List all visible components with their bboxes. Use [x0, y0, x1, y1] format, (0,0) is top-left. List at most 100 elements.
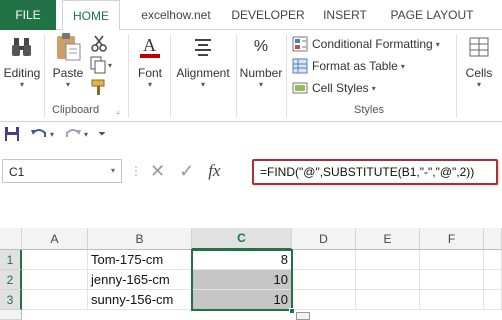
row-header-2[interactable]: 2 — [0, 270, 22, 290]
cell-a2[interactable] — [22, 270, 88, 290]
chevron-down-icon: ▾ — [476, 80, 481, 89]
tab-file[interactable]: FILE — [0, 0, 56, 30]
ribbon-tab-bar: FILE HOME excelhow.net DEVELOPER INSERT … — [0, 0, 502, 31]
cell-styles-icon — [292, 82, 308, 94]
chevron-down-icon[interactable]: ▾ — [111, 166, 115, 175]
formula-bar-buttons: ⋮ ✕ ✓ fx — [130, 159, 248, 183]
cell-d3[interactable] — [292, 290, 356, 310]
cell-f3[interactable] — [420, 290, 484, 310]
column-header-b[interactable]: B — [88, 228, 192, 250]
cell-styles-label: Cell Styles — [312, 81, 369, 95]
column-header-e[interactable]: E — [356, 228, 420, 250]
cell-c1[interactable]: 8 — [192, 250, 292, 270]
copy-icon[interactable]: ▾ — [90, 56, 114, 74]
cells-label: Cells — [465, 66, 493, 80]
undo-icon[interactable]: ▾ — [30, 126, 54, 142]
cell-d2[interactable] — [292, 270, 356, 290]
cells-button[interactable]: Cells ▾ — [460, 32, 498, 89]
select-all-corner[interactable] — [0, 228, 22, 250]
font-color-icon: A — [135, 32, 165, 62]
formula-input[interactable]: =FIND("@",SUBSTITUTE(B1,"-","@",2)) — [252, 159, 498, 185]
binoculars-icon — [7, 32, 37, 62]
cancel-icon[interactable]: ✕ — [150, 161, 165, 182]
chevron-down-icon: ▾ — [400, 61, 405, 71]
cell-c3[interactable]: 10 — [192, 290, 292, 310]
ribbon: Editing ▾ Paste ▾ ▾ Clipboard ⌟ A Font ▾… — [0, 30, 502, 122]
insert-function-icon[interactable]: fx — [208, 161, 220, 181]
cell-a3[interactable] — [22, 290, 88, 310]
enter-check-icon[interactable]: ✓ — [179, 161, 194, 182]
column-header-d[interactable]: D — [292, 228, 356, 250]
dialog-launcher-icon[interactable]: ⌟ — [116, 106, 120, 115]
alignment-label: Alignment — [176, 66, 230, 80]
cell-d1[interactable] — [292, 250, 356, 270]
clipboard-paste-icon — [53, 32, 83, 62]
percent-symbol: % — [253, 38, 269, 55]
group-divider — [170, 34, 171, 118]
tab-home[interactable]: HOME — [62, 0, 120, 31]
group-divider — [236, 34, 237, 118]
cell-g2[interactable] — [484, 270, 502, 290]
conditional-formatting-label: Conditional Formatting — [312, 37, 433, 51]
conditional-formatting-icon — [292, 36, 308, 52]
name-box-value: C1 — [9, 165, 25, 179]
cell-b3[interactable]: sunny-156-cm — [88, 290, 192, 310]
row-header-3[interactable]: 3 — [0, 290, 22, 310]
cell-c2[interactable]: 10 — [192, 270, 292, 290]
group-divider — [456, 34, 457, 118]
row-header-1[interactable]: 1 — [0, 250, 22, 270]
paste-label: Paste — [52, 66, 84, 80]
more-dots-icon: ⋮ — [130, 164, 142, 178]
editing-button[interactable]: Editing ▾ — [2, 32, 42, 89]
column-header-c[interactable]: C — [192, 228, 292, 250]
editing-label: Editing — [3, 66, 41, 80]
column-header-f[interactable]: F — [420, 228, 484, 250]
paste-button[interactable]: Paste ▾ — [50, 32, 86, 89]
styles-group-label: Styles — [354, 104, 384, 116]
number-button[interactable]: % Number ▾ — [238, 32, 284, 89]
tab-insert[interactable]: INSERT — [316, 0, 374, 30]
cells-grid-icon — [464, 32, 494, 62]
chevron-down-icon: ▾ — [371, 83, 376, 93]
row-header-4[interactable] — [0, 310, 22, 320]
cell-e2[interactable] — [356, 270, 420, 290]
font-button[interactable]: A Font ▾ — [134, 32, 166, 89]
save-icon[interactable] — [4, 126, 20, 142]
name-box[interactable]: C1 ▾ — [2, 159, 122, 183]
group-divider — [44, 34, 45, 118]
conditional-formatting-button[interactable]: Conditional Formatting ▾ — [292, 36, 440, 52]
cell-f1[interactable] — [420, 250, 484, 270]
cell-b1[interactable]: Tom-175-cm — [88, 250, 192, 270]
alignment-button[interactable]: Alignment ▾ — [172, 32, 234, 89]
format-as-table-button[interactable]: Format as Table ▾ — [292, 58, 405, 74]
cell-b2[interactable]: jenny-165-cm — [88, 270, 192, 290]
group-divider — [128, 34, 129, 118]
column-header-a[interactable]: A — [22, 228, 88, 250]
cell-g1[interactable] — [484, 250, 502, 270]
format-painter-icon[interactable] — [90, 78, 108, 96]
redo-icon[interactable]: ▾ — [64, 126, 88, 142]
worksheet-grid: A B C D E F 1 Tom-175-cm 8 2 jenny-165-c… — [0, 228, 502, 320]
tab-excelhow[interactable]: excelhow.net — [128, 0, 224, 30]
cell-styles-button[interactable]: Cell Styles ▾ — [292, 80, 376, 96]
table-icon — [292, 58, 308, 74]
chevron-down-icon: ▾ — [65, 80, 70, 89]
cell-f2[interactable] — [420, 270, 484, 290]
clipboard-group-label: Clipboard — [52, 104, 100, 116]
tab-page-layout[interactable]: PAGE LAYOUT — [382, 0, 482, 30]
cut-icon[interactable] — [90, 34, 108, 52]
chevron-down-icon: ▾ — [258, 80, 263, 89]
cell-e1[interactable] — [356, 250, 420, 270]
number-label: Number — [239, 66, 283, 80]
quick-access-toolbar: ▾ ▾ ⏷ — [0, 122, 502, 146]
customize-toolbar-icon[interactable]: ⏷ — [98, 126, 106, 142]
fill-handle[interactable] — [289, 308, 295, 314]
cell-a1[interactable] — [22, 250, 88, 270]
tab-developer[interactable]: DEVELOPER — [228, 0, 308, 30]
cell-g3[interactable] — [484, 290, 502, 310]
chevron-down-icon: ▾ — [435, 39, 440, 49]
cell-e3[interactable] — [356, 290, 420, 310]
chevron-down-icon: ▾ — [200, 80, 205, 89]
quick-analysis-icon[interactable] — [296, 312, 310, 320]
chevron-down-icon: ▾ — [147, 80, 152, 89]
